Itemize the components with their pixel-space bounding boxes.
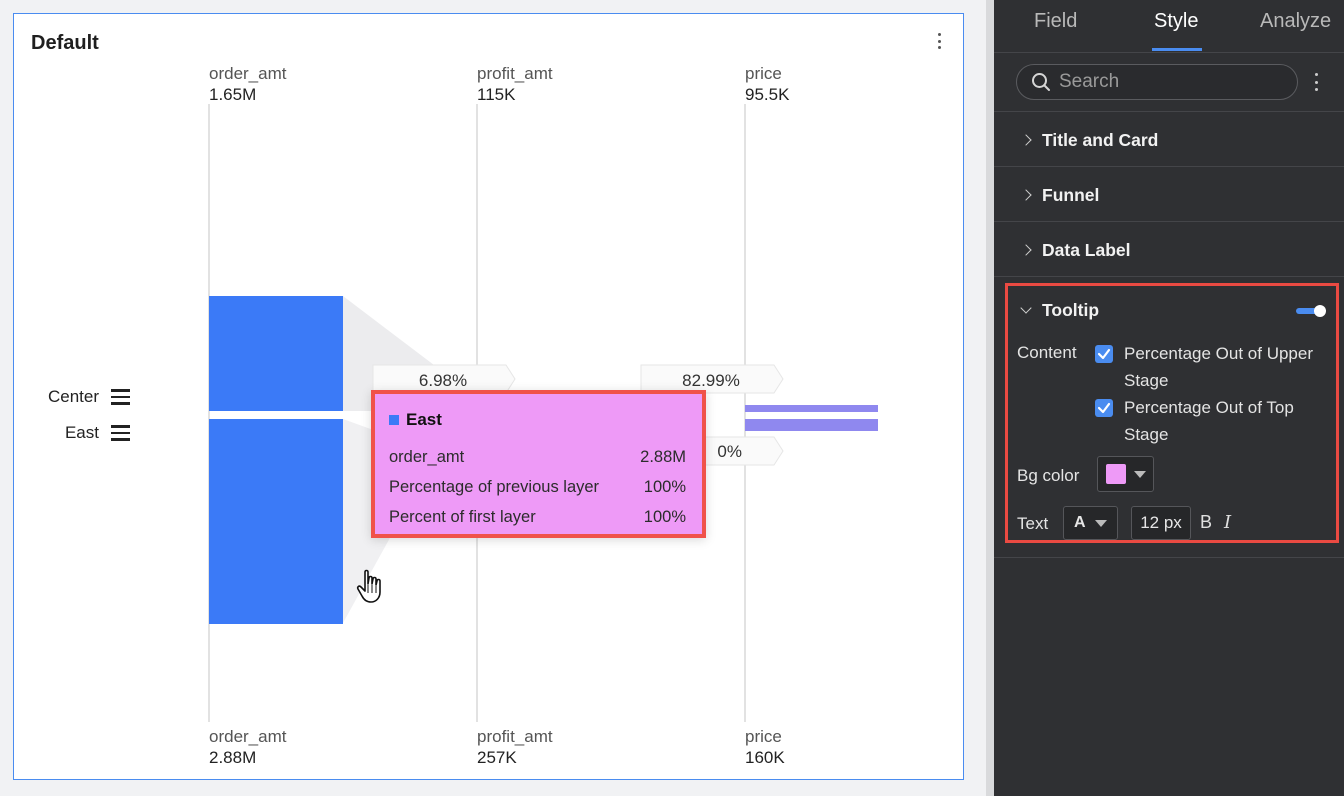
font-size-input[interactable]: 12 px xyxy=(1131,506,1191,540)
legend-label-center: Center xyxy=(47,387,99,406)
divider xyxy=(994,221,1344,222)
search-input[interactable] xyxy=(1059,71,1279,93)
divider xyxy=(994,276,1344,277)
stage-value-bottom-profit-amt: 257K xyxy=(477,748,517,767)
stage-value-top-price: 95.5K xyxy=(745,85,790,104)
checkbox-top-stage[interactable] xyxy=(1095,399,1113,417)
tooltip-row-label: order_amt xyxy=(389,448,465,466)
tooltip-row-value: 100% xyxy=(643,478,686,496)
divider xyxy=(994,52,1344,53)
funnel-bar-east-order-amt xyxy=(209,419,343,624)
stage-value-bottom-price: 160K xyxy=(745,748,785,767)
stage-label-top-profit-amt: profit_amt xyxy=(477,64,553,83)
chevron-down-icon xyxy=(1020,302,1032,314)
tab-field[interactable]: Field xyxy=(1034,10,1077,33)
legend-item-center[interactable]: Center xyxy=(40,387,130,407)
section-label: Title and Card xyxy=(1042,129,1159,150)
stage-label-top-price: price xyxy=(745,64,782,83)
tooltip-title: East xyxy=(406,410,442,429)
section-tooltip: Tooltip Content Percentage Out of Upper … xyxy=(1005,283,1339,543)
bold-icon[interactable]: B xyxy=(1200,512,1212,533)
toggle-knob xyxy=(1314,305,1326,317)
checkbox-upper-stage[interactable] xyxy=(1095,345,1113,363)
bg-color-picker[interactable] xyxy=(1097,456,1154,492)
conversion-label-center-2: 82.99% xyxy=(682,371,740,390)
option-upper-stage[interactable]: Percentage Out of Upper Stage xyxy=(1095,343,1314,394)
stage-label-bottom-price: price xyxy=(745,727,782,746)
hand-cursor-icon xyxy=(356,569,381,603)
tooltip-row-value: 2.88M xyxy=(640,448,686,466)
panel-tabs: Field Style Analyze xyxy=(994,0,1344,52)
tooltip-row: Percent of first layer 100% xyxy=(389,502,686,532)
funnel-bar-east-price xyxy=(745,419,878,431)
tab-analyze[interactable]: Analyze xyxy=(1260,10,1331,33)
menu-icon xyxy=(111,425,130,441)
tooltip-row: Percentage of previous layer 100% xyxy=(389,472,686,502)
search-icon xyxy=(1032,73,1050,91)
section-label: Funnel xyxy=(1042,184,1100,205)
bg-color-label: Bg color xyxy=(1017,466,1080,485)
tooltip-section-header[interactable]: Tooltip xyxy=(1020,300,1100,321)
content-label: Content xyxy=(1017,343,1077,362)
search-box[interactable] xyxy=(1016,64,1298,100)
option-label: Percentage Out of Upper Stage xyxy=(1124,344,1314,390)
legend-label-east: East xyxy=(64,423,99,442)
conversion-label-east-2: 0% xyxy=(717,442,742,461)
section-data-label[interactable]: Data Label xyxy=(994,223,1344,277)
caret-down-icon xyxy=(1094,519,1107,527)
funnel-bar-center-price xyxy=(745,405,878,412)
tooltip-header: East xyxy=(389,410,686,430)
chevron-right-icon xyxy=(1020,134,1032,146)
style-panel: Field Style Analyze Title and Card Funne… xyxy=(994,0,1344,796)
text-label: Text xyxy=(1017,514,1049,533)
menu-icon xyxy=(111,389,130,405)
option-top-stage[interactable]: Percentage Out of Top Stage xyxy=(1095,397,1314,448)
option-label: Percentage Out of Top Stage xyxy=(1124,398,1294,444)
conversion-label-center-1: 6.98% xyxy=(419,371,467,390)
tooltip-toggle[interactable] xyxy=(1296,305,1326,317)
chevron-right-icon xyxy=(1020,244,1032,256)
stage-label-bottom-order-amt: order_amt xyxy=(209,727,287,746)
section-funnel[interactable]: Funnel xyxy=(994,168,1344,222)
panel-more-icon[interactable] xyxy=(1312,70,1320,94)
chart-tooltip: East order_amt 2.88M Percentage of previ… xyxy=(371,390,706,538)
stage-label-bottom-profit-amt: profit_amt xyxy=(477,727,553,746)
tooltip-row: order_amt 2.88M xyxy=(389,442,686,472)
series-swatch-icon xyxy=(389,415,399,425)
legend-item-east[interactable]: East xyxy=(40,423,130,443)
italic-icon[interactable]: I xyxy=(1224,512,1231,533)
font-color-select[interactable]: A xyxy=(1063,506,1118,540)
checkmark-icon xyxy=(1097,348,1111,360)
font-color-icon: A xyxy=(1074,514,1086,531)
section-label: Tooltip xyxy=(1042,300,1100,320)
stage-label-top-order-amt: order_amt xyxy=(209,64,287,83)
color-swatch xyxy=(1106,464,1126,484)
checkmark-icon xyxy=(1097,402,1111,414)
stage-value-top-order-amt: 1.65M xyxy=(209,85,256,104)
stage-value-top-profit-amt: 115K xyxy=(477,85,516,104)
tooltip-row-value: 100% xyxy=(643,508,686,526)
caret-down-icon xyxy=(1134,470,1146,478)
active-tab-indicator xyxy=(1152,48,1202,51)
chevron-right-icon xyxy=(1020,189,1032,201)
stage-value-bottom-order-amt: 2.88M xyxy=(209,748,256,767)
tooltip-row-label: Percentage of previous layer xyxy=(389,478,600,496)
section-title-and-card[interactable]: Title and Card xyxy=(994,113,1344,167)
tooltip-row-label: Percent of first layer xyxy=(389,508,536,526)
divider xyxy=(994,111,1344,112)
divider xyxy=(994,166,1344,167)
section-label: Data Label xyxy=(1042,239,1131,260)
tab-style[interactable]: Style xyxy=(1154,10,1198,33)
divider xyxy=(994,557,1344,558)
funnel-bar-center-order-amt xyxy=(209,296,343,411)
panel-splitter[interactable] xyxy=(986,0,994,796)
